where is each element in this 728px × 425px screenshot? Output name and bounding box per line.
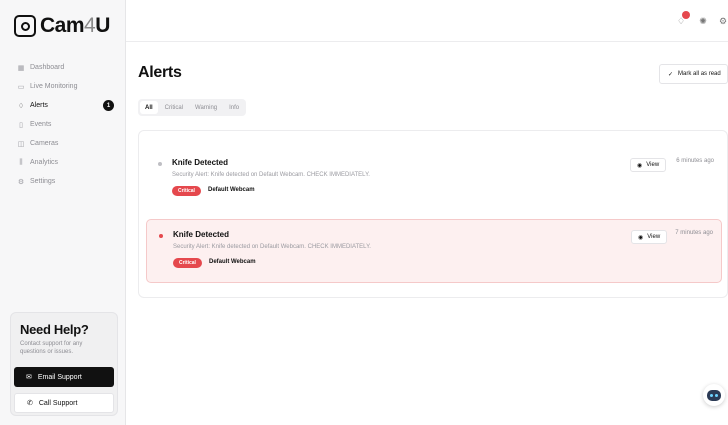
camera-icon: ◫	[17, 140, 25, 148]
sidebar-item-live-monitoring[interactable]: ▭ Live Monitoring	[10, 77, 118, 96]
mark-all-read-label: Mark all as read	[678, 71, 721, 77]
bell-icon: ♢	[17, 102, 25, 110]
help-description: Contact support for any questions or iss…	[20, 341, 83, 355]
view-alert-button[interactable]: ◉ View	[630, 158, 667, 172]
eye-icon: ◉	[637, 162, 643, 169]
theme-toggle-icon[interactable]: ✺	[696, 14, 710, 28]
alerts-count-badge: 1	[103, 100, 114, 111]
tab-all[interactable]: All	[140, 101, 158, 114]
notification-dot	[682, 11, 690, 19]
read-indicator-dot	[158, 162, 162, 166]
sidebar-item-label: Alerts	[30, 102, 48, 109]
sidebar-item-alerts[interactable]: ♢ Alerts 1	[10, 96, 118, 115]
page-title: Alerts	[138, 64, 182, 81]
sidebar-nav: ▦ Dashboard ▭ Live Monitoring ♢ Alerts 1…	[10, 58, 118, 191]
alert-filter-tabs: All Critical Warning Info	[138, 99, 247, 116]
sidebar-item-label: Live Monitoring	[30, 83, 78, 90]
grid-icon: ▦	[17, 64, 25, 72]
alert-timestamp: 6 minutes ago	[676, 158, 714, 164]
user-settings-icon[interactable]: ⚙	[716, 14, 728, 28]
alert-source: Default Webcam	[208, 187, 255, 193]
file-icon: ▯	[19, 121, 23, 129]
alert-item[interactable]: Knife Detected Security Alert: Knife det…	[146, 148, 722, 212]
mail-icon: ✉	[26, 374, 32, 381]
brand-name: Cam4U	[40, 14, 110, 37]
tab-critical[interactable]: Critical	[160, 101, 188, 114]
sidebar-item-cameras[interactable]: ◫ Cameras	[10, 134, 118, 153]
sidebar-item-label: Cameras	[30, 140, 59, 147]
alert-message: Security Alert: Knife detected on Defaul…	[173, 244, 371, 250]
email-support-label: Email Support	[37, 373, 82, 381]
alert-source: Default Webcam	[209, 259, 256, 265]
severity-badge: Critical	[172, 186, 201, 196]
severity-badge: Critical	[173, 258, 202, 268]
alert-message: Security Alert: Knife detected on Defaul…	[172, 172, 370, 178]
alert-title: Knife Detected	[172, 158, 229, 167]
mark-all-read-button[interactable]: ✓ Mark all as read	[659, 64, 728, 84]
sidebar-item-events[interactable]: ▯ Events	[10, 115, 118, 134]
brand[interactable]: Cam4U	[14, 14, 110, 38]
alert-title: Knife Detected	[173, 230, 230, 239]
phone-icon: ✆	[27, 400, 33, 407]
call-support-button[interactable]: ✆ Call Support	[14, 393, 114, 413]
sidebar-item-settings[interactable]: ⚙ Settings	[10, 172, 118, 191]
sidebar-item-label: Settings	[30, 178, 56, 185]
eye-icon: ◉	[638, 234, 644, 241]
chatbot-button[interactable]	[703, 384, 725, 406]
robot-icon	[707, 389, 721, 401]
call-support-label: Call Support	[38, 399, 78, 407]
unread-indicator-dot	[159, 234, 163, 238]
sidebar: Cam4U ▦ Dashboard ▭ Live Monitoring ♢ Al…	[0, 0, 126, 425]
tab-info[interactable]: Info	[224, 101, 244, 114]
alert-item-unread[interactable]: Knife Detected Security Alert: Knife det…	[146, 219, 722, 283]
sidebar-item-label: Analytics	[30, 159, 59, 166]
gear-icon: ⚙	[17, 178, 25, 186]
notification-bell-icon[interactable]: ♢	[674, 11, 690, 28]
alert-timestamp: 7 minutes ago	[675, 230, 713, 236]
check-icon: ✓	[668, 71, 674, 78]
bar-chart-icon: ⫼	[19, 158, 23, 166]
view-label: View	[646, 162, 660, 168]
view-label: View	[647, 234, 661, 240]
tab-warning[interactable]: Warning	[190, 101, 222, 114]
video-icon: ▭	[17, 83, 25, 91]
help-title: Need Help?	[20, 322, 89, 337]
sidebar-item-label: Dashboard	[30, 64, 65, 71]
email-support-button[interactable]: ✉ Email Support	[14, 367, 114, 387]
sidebar-item-dashboard[interactable]: ▦ Dashboard	[10, 58, 118, 77]
top-bar: ♢ ✺ ⚙	[126, 0, 728, 42]
sidebar-item-analytics[interactable]: ⫼ Analytics	[10, 153, 118, 172]
app-root: Cam4U ▦ Dashboard ▭ Live Monitoring ♢ Al…	[0, 0, 728, 425]
logo-camera-icon	[14, 15, 36, 37]
sidebar-item-label: Events	[30, 121, 52, 128]
view-alert-button[interactable]: ◉ View	[631, 230, 668, 244]
